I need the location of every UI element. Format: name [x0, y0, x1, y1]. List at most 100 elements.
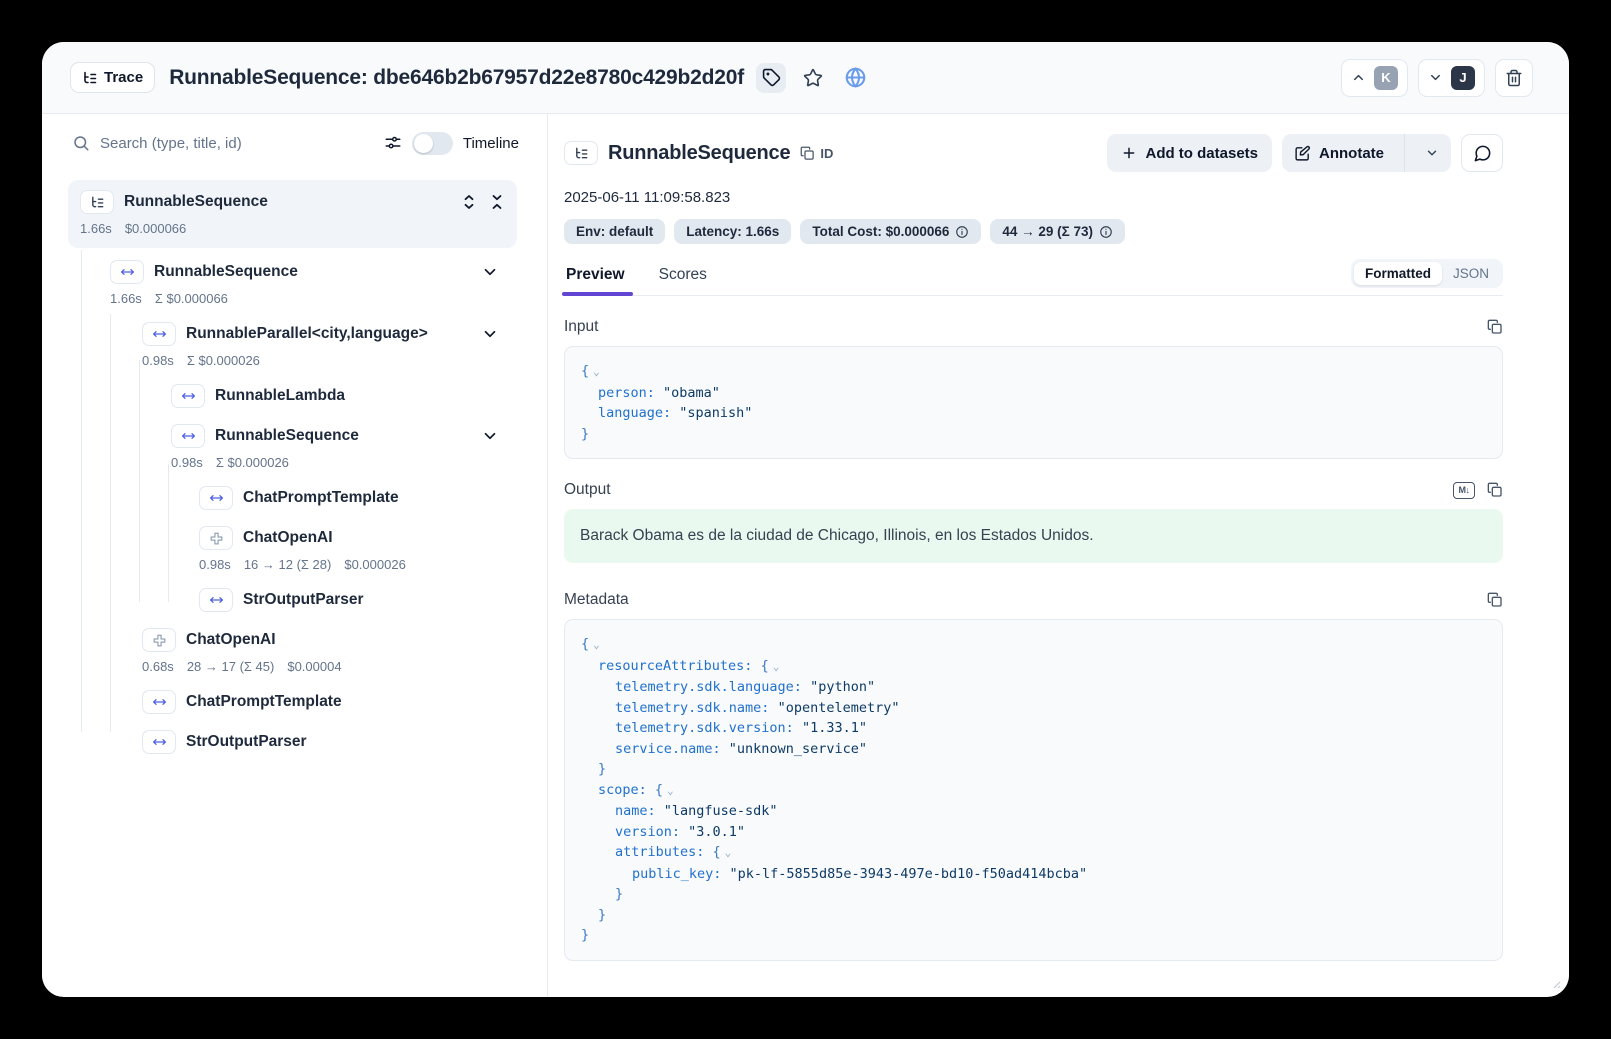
info-icon[interactable]	[955, 225, 969, 239]
chevron-down-icon[interactable]	[481, 263, 499, 281]
code-line: name: "langfuse-sdk"	[581, 801, 1486, 822]
view-formatted-option[interactable]: Formatted	[1354, 262, 1442, 285]
collapse-chevron-icon[interactable]: ⌄	[725, 846, 732, 859]
code-line: }	[581, 905, 1486, 926]
span-icon	[199, 486, 233, 510]
tree-rows: RunnableSequence1.66sΣ $0.000066Runnable…	[42, 260, 547, 754]
markdown-toggle-icon[interactable]: M↓	[1453, 482, 1475, 499]
metric-badge: Total Cost: $0.000066	[800, 219, 981, 244]
metadata-section-title: Metadata	[564, 591, 629, 609]
timeline-toggle[interactable]	[412, 132, 453, 155]
collapse-chevron-icon[interactable]: ⌄	[773, 660, 780, 673]
tree-root-node[interactable]: RunnableSequence 1.66s $0.000066	[68, 180, 517, 248]
node-name: ChatPromptTemplate	[186, 693, 342, 711]
node-metrics: 0.98s16 → 12 (Σ 28)$0.000026	[199, 557, 471, 572]
comments-button[interactable]	[1461, 134, 1503, 172]
delete-trace-button[interactable]	[1495, 59, 1533, 97]
code-line: }	[581, 884, 1486, 905]
tree-node-stroutputparser[interactable]: StrOutputParser	[42, 588, 547, 612]
code-line: }	[581, 759, 1486, 780]
tree-node-chatprompttemplate[interactable]: ChatPromptTemplate	[42, 690, 547, 714]
expand-all-icon[interactable]	[461, 194, 477, 210]
annotate-menu-button[interactable]	[1413, 134, 1451, 172]
next-trace-button[interactable]: J	[1418, 59, 1485, 97]
tags-button[interactable]	[756, 63, 786, 93]
resize-handle[interactable]	[1551, 979, 1561, 989]
trace-badge-label: Trace	[104, 69, 143, 86]
input-section-title: Input	[564, 318, 598, 336]
chevron-down-icon	[1425, 146, 1439, 160]
code-line: version: "3.0.1"	[581, 822, 1486, 843]
code-line: {⌄	[581, 361, 1486, 383]
tree-node-chatopenai[interactable]: ChatOpenAI 0.68s28 → 17 (Σ 45)$0.00004	[42, 628, 547, 674]
page-title: RunnableSequence: dbe646b2b67957d22e8780…	[169, 66, 744, 90]
node-name: StrOutputParser	[243, 591, 364, 609]
shortcut-k-badge: K	[1374, 66, 1398, 90]
code-line: }	[581, 925, 1486, 946]
code-line: service.name: "unknown_service"	[581, 739, 1486, 760]
node-name: RunnableSequence	[154, 263, 298, 281]
tab-preview[interactable]: Preview	[564, 258, 627, 295]
trash-icon	[1505, 69, 1523, 87]
copy-icon	[1487, 319, 1503, 335]
output-text: Barack Obama es de la ciudad de Chicago,…	[564, 509, 1503, 563]
plus-icon	[1121, 145, 1137, 161]
comment-bubble-icon	[1473, 144, 1492, 163]
copy-id-button[interactable]: ID	[800, 146, 833, 161]
collapse-all-icon[interactable]	[489, 194, 505, 210]
annotate-button[interactable]: Annotate	[1282, 134, 1396, 172]
chevron-down-icon[interactable]	[481, 427, 499, 445]
button-divider	[1404, 134, 1405, 172]
node-name: ChatPromptTemplate	[243, 489, 399, 507]
node-name: ChatOpenAI	[186, 631, 276, 649]
tree-node-runnablesequence[interactable]: RunnableSequence 1.66sΣ $0.000066	[42, 260, 547, 306]
code-line: public_key: "pk-lf-5855d85e-3943-497e-bd…	[581, 864, 1486, 885]
code-line: {⌄	[581, 634, 1486, 656]
span-icon	[142, 730, 176, 754]
code-line: telemetry.sdk.name: "opentelemetry"	[581, 698, 1486, 719]
chevron-down-icon[interactable]	[481, 325, 499, 343]
node-name: StrOutputParser	[186, 733, 307, 751]
root-latency: 1.66s	[80, 221, 112, 236]
tree-node-chatprompttemplate[interactable]: ChatPromptTemplate	[42, 486, 547, 510]
node-name: RunnableSequence	[215, 427, 359, 445]
tab-scores[interactable]: Scores	[657, 258, 709, 295]
copy-metadata-button[interactable]	[1487, 592, 1503, 608]
add-to-datasets-button[interactable]: Add to datasets	[1107, 134, 1272, 172]
collapse-chevron-icon[interactable]: ⌄	[667, 784, 674, 797]
span-icon	[142, 322, 176, 346]
search-placeholder: Search (type, title, id)	[100, 135, 242, 152]
metric-badges: Env: defaultLatency: 1.66sTotal Cost: $0…	[564, 219, 1503, 244]
code-line: resourceAttributes: {⌄	[581, 656, 1486, 678]
tree-node-stroutputparser[interactable]: StrOutputParser	[42, 730, 547, 754]
tree-node-runnablesequence[interactable]: RunnableSequence 0.98sΣ $0.000026	[42, 424, 547, 470]
trace-type-badge: Trace	[70, 62, 155, 93]
collapse-chevron-icon[interactable]: ⌄	[593, 638, 600, 651]
view-format-toggle: Formatted JSON	[1351, 259, 1503, 288]
node-name: ChatOpenAI	[243, 529, 333, 547]
trace-node-icon	[80, 190, 114, 214]
metadata-json-viewer: {⌄resourceAttributes: {⌄telemetry.sdk.la…	[564, 619, 1503, 961]
search-input[interactable]: Search (type, title, id)	[100, 135, 374, 152]
filter-settings-icon[interactable]	[384, 134, 402, 152]
shortcut-j-badge: J	[1451, 66, 1475, 90]
tree-node-runnablelambda[interactable]: RunnableLambda	[42, 384, 547, 408]
copy-output-button[interactable]	[1487, 482, 1503, 498]
observation-title: RunnableSequence	[608, 142, 790, 165]
collapse-chevron-icon[interactable]: ⌄	[593, 365, 600, 378]
node-metrics: 0.68s28 → 17 (Σ 45)$0.00004	[142, 659, 471, 674]
node-metrics: 1.66sΣ $0.000066	[110, 291, 471, 306]
previous-trace-button[interactable]: K	[1341, 59, 1408, 97]
bookmark-star-button[interactable]	[798, 63, 828, 93]
info-icon[interactable]	[1099, 225, 1113, 239]
public-share-button[interactable]	[840, 63, 870, 93]
view-json-option[interactable]: JSON	[1442, 262, 1500, 285]
copy-icon	[800, 146, 815, 161]
node-metrics: 0.98sΣ $0.000026	[171, 455, 471, 470]
node-name: RunnableParallel<city,language>	[186, 325, 428, 343]
observation-type-icon	[564, 141, 598, 165]
copy-input-button[interactable]	[1487, 319, 1503, 335]
tree-node-runnableparallelcitylanguage[interactable]: RunnableParallel<city,language> 0.98sΣ $0…	[42, 322, 547, 368]
tree-node-chatopenai[interactable]: ChatOpenAI 0.98s16 → 12 (Σ 28)$0.000026	[42, 526, 547, 572]
node-metrics: 0.98sΣ $0.000026	[142, 353, 471, 368]
